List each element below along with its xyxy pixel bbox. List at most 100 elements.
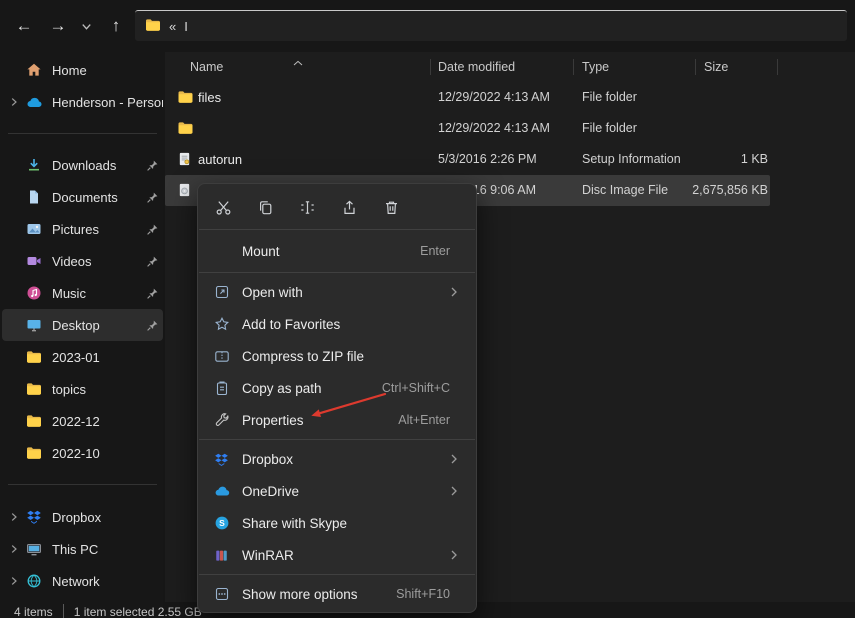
- menu-item-dropbox[interactable]: Dropbox: [202, 443, 472, 475]
- sidebar-item-pictures[interactable]: Pictures: [2, 213, 163, 245]
- sidebar-item-label: Dropbox: [52, 510, 163, 525]
- up-button[interactable]: ↑: [102, 12, 130, 40]
- column-divider[interactable]: [695, 59, 696, 75]
- menu-item-compress-to-zip[interactable]: Compress to ZIP file: [202, 340, 472, 372]
- sidebar-item-music[interactable]: Music: [2, 277, 163, 309]
- menu-item-label: Add to Favorites: [242, 317, 340, 332]
- sidebar-item-documents[interactable]: Documents: [2, 181, 163, 213]
- column-header-type[interactable]: Type: [582, 52, 609, 82]
- file-date: 12/29/2022 4:13 AM: [438, 82, 568, 113]
- sidebar-item-videos[interactable]: Videos: [2, 245, 163, 277]
- star-icon: [214, 316, 234, 332]
- sidebar-item-desktop[interactable]: Desktop: [2, 309, 163, 341]
- copy-icon[interactable]: [246, 191, 284, 223]
- delete-icon[interactable]: [372, 191, 410, 223]
- sidebar-item-network[interactable]: Network: [2, 565, 163, 597]
- menu-shortcut: Alt+Enter: [398, 413, 450, 427]
- sidebar-item-dropbox[interactable]: Dropbox: [2, 501, 163, 533]
- menu-item-add-to-favorites[interactable]: Add to Favorites: [202, 308, 472, 340]
- menu-shortcut: Enter: [420, 244, 450, 258]
- sidebar-item-label: Music: [52, 286, 143, 301]
- rename-icon[interactable]: [288, 191, 326, 223]
- sidebar-item-label: topics: [52, 382, 163, 397]
- menu-item-open-with[interactable]: Open with: [202, 276, 472, 308]
- column-header-size[interactable]: Size: [704, 52, 728, 82]
- column-divider[interactable]: [777, 59, 778, 75]
- menu-item-mount[interactable]: Mount Enter: [202, 233, 472, 269]
- chevron-right-icon: [448, 453, 460, 465]
- sidebar-item-2022-10[interactable]: 2022-10: [2, 437, 163, 469]
- address-overflow[interactable]: «: [169, 19, 176, 34]
- pin-icon: [143, 159, 161, 172]
- menu-item-label: Copy as path: [242, 381, 322, 396]
- folder-icon: [26, 349, 44, 365]
- back-button[interactable]: ←: [10, 12, 38, 40]
- sidebar-item-2022-12[interactable]: 2022-12: [2, 405, 163, 437]
- folder-icon: [26, 413, 44, 429]
- sidebar-item-label: This PC: [52, 542, 163, 557]
- column-divider[interactable]: [573, 59, 574, 75]
- share-icon[interactable]: [330, 191, 368, 223]
- menu-item-label: OneDrive: [242, 484, 299, 499]
- videos-icon: [26, 253, 44, 269]
- items-count: 4 items: [14, 604, 53, 618]
- sidebar-item-2023-01[interactable]: 2023-01: [2, 341, 163, 373]
- sidebar-item-downloads[interactable]: Downloads: [2, 149, 163, 181]
- pin-icon: [143, 255, 161, 268]
- setup-file-icon: [177, 151, 192, 170]
- context-menu: Mount Enter Open with Add to Favorites C…: [197, 183, 477, 613]
- menu-item-onedrive[interactable]: OneDrive: [202, 475, 472, 507]
- sidebar-item-home[interactable]: Home: [2, 54, 163, 86]
- file-name: [198, 113, 423, 144]
- chevron-right-icon: [448, 549, 460, 561]
- selection-summary: 1 item selected 2.55 GB: [63, 604, 202, 618]
- network-icon: [26, 573, 44, 589]
- file-row[interactable]: autorun 5/3/2016 2:26 PM Setup Informati…: [165, 144, 770, 175]
- desktop-icon: [26, 317, 44, 333]
- menu-item-share-with-skype[interactable]: S Share with Skype: [202, 507, 472, 539]
- forward-button[interactable]: →: [44, 12, 72, 40]
- menu-item-winrar[interactable]: WinRAR: [202, 539, 472, 571]
- file-size: [633, 82, 768, 113]
- sidebar-item-label: 2022-12: [52, 414, 163, 429]
- file-name: autorun: [198, 144, 423, 175]
- sidebar-item-onedrive-personal[interactable]: Henderson - Personal: [2, 86, 163, 118]
- file-row[interactable]: files 12/29/2022 4:13 AM File folder: [165, 82, 770, 113]
- chevron-right-icon[interactable]: [2, 97, 26, 107]
- navigation-pane: Home Henderson - Personal Downloads Docu…: [0, 52, 165, 602]
- column-divider[interactable]: [430, 59, 431, 75]
- file-name: files: [198, 82, 423, 113]
- address-segment[interactable]: I: [184, 19, 188, 34]
- folder-icon: [26, 381, 44, 397]
- wrench-icon: [214, 412, 234, 428]
- chevron-right-icon[interactable]: [2, 544, 26, 554]
- file-date: 12/29/2022 4:13 AM: [438, 113, 568, 144]
- open-with-icon: [214, 284, 234, 300]
- address-bar[interactable]: « I: [135, 10, 847, 41]
- menu-item-label: Mount: [242, 244, 280, 259]
- clipboard-icon: [214, 380, 234, 396]
- skype-icon: S: [214, 515, 234, 531]
- column-header-date-modified[interactable]: Date modified: [438, 52, 515, 82]
- sidebar-item-label: Documents: [52, 190, 143, 205]
- sidebar-separator: [8, 484, 157, 485]
- history-chevron-down-icon[interactable]: [76, 12, 96, 40]
- sidebar-item-this-pc[interactable]: This PC: [2, 533, 163, 565]
- file-size: [633, 113, 768, 144]
- menu-item-properties[interactable]: Properties Alt+Enter: [202, 404, 472, 436]
- menu-item-copy-as-path[interactable]: Copy as path Ctrl+Shift+C: [202, 372, 472, 404]
- sidebar-item-label: Desktop: [52, 318, 143, 333]
- cut-icon[interactable]: [204, 191, 242, 223]
- sidebar-item-topics[interactable]: topics: [2, 373, 163, 405]
- file-row[interactable]: 12/29/2022 4:13 AM File folder: [165, 113, 770, 144]
- chevron-right-icon[interactable]: [2, 512, 26, 522]
- pin-icon: [143, 191, 161, 204]
- menu-item-show-more-options[interactable]: Show more options Shift+F10: [202, 578, 472, 610]
- menu-item-label: Show more options: [242, 587, 358, 602]
- home-icon: [26, 62, 44, 78]
- chevron-right-icon[interactable]: [2, 576, 26, 586]
- column-header-name[interactable]: Name: [190, 52, 223, 82]
- sidebar-item-label: Network: [52, 574, 163, 589]
- chevron-right-icon: [448, 485, 460, 497]
- file-date: 5/3/2016 2:26 PM: [438, 144, 568, 175]
